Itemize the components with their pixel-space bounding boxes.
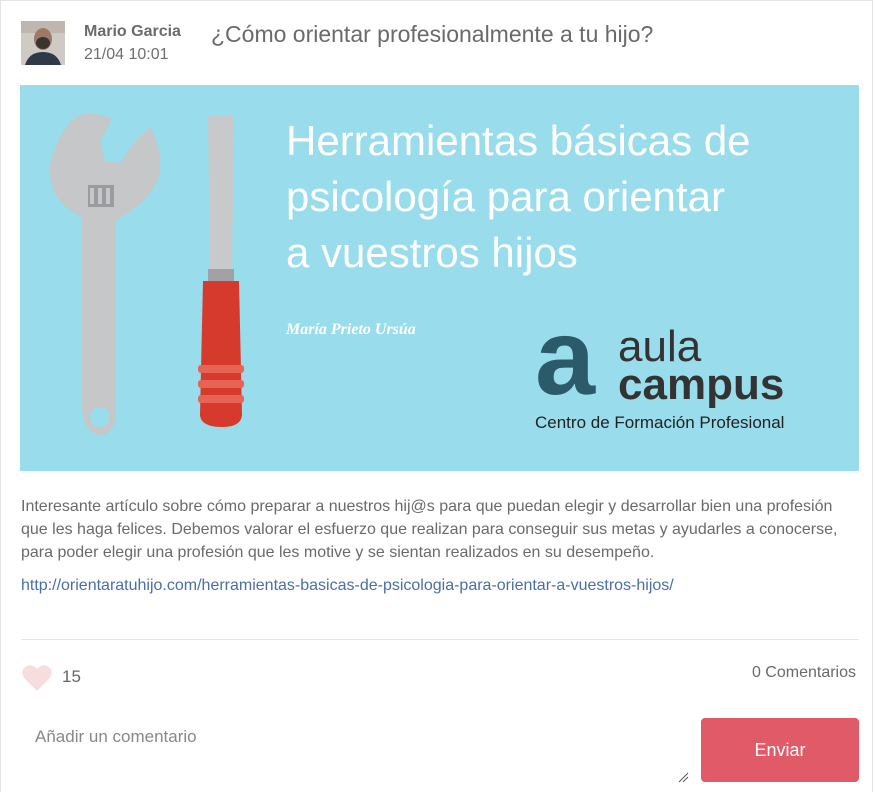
post-description: Interesante artículo sobre cómo preparar… [21, 498, 838, 561]
aulacampus-logo-letter: a [535, 296, 596, 417]
post-date: 21/04 10:01 [84, 46, 169, 63]
aulacampus-logo-word-campus: campus [618, 360, 785, 409]
chisel-icon [198, 115, 244, 427]
avatar[interactable] [21, 21, 65, 65]
post-banner-image[interactable]: Herramientas básicas de psicología para … [20, 85, 859, 471]
like-button[interactable] [21, 663, 53, 693]
heart-icon [22, 665, 52, 691]
author-name[interactable]: Mario Garcia [84, 23, 181, 41]
send-button[interactable]: Enviar [701, 718, 859, 782]
like-count: 15 [62, 667, 81, 686]
aulacampus-tagline: Centro de Formación Profesional [535, 413, 785, 432]
resize-grip-icon[interactable] [677, 771, 689, 783]
banner-author: María Prieto Ursúa [286, 321, 416, 338]
post-title: ¿Cómo orientar profesionalmente a tu hij… [211, 21, 654, 47]
avatar-photo [21, 21, 65, 65]
banner-heading: Herramientas básicas de psicología para … [286, 117, 751, 276]
post-link[interactable]: http://orientaratuhijo.com/herramientas-… [21, 577, 674, 595]
post-card: Mario Garcia 21/04 10:01 ¿Cómo orientar … [0, 0, 873, 792]
comments-count[interactable]: 0 Comentarios [752, 664, 856, 682]
divider [21, 639, 859, 640]
wrench-icon [49, 113, 161, 436]
comment-input[interactable] [21, 717, 689, 783]
